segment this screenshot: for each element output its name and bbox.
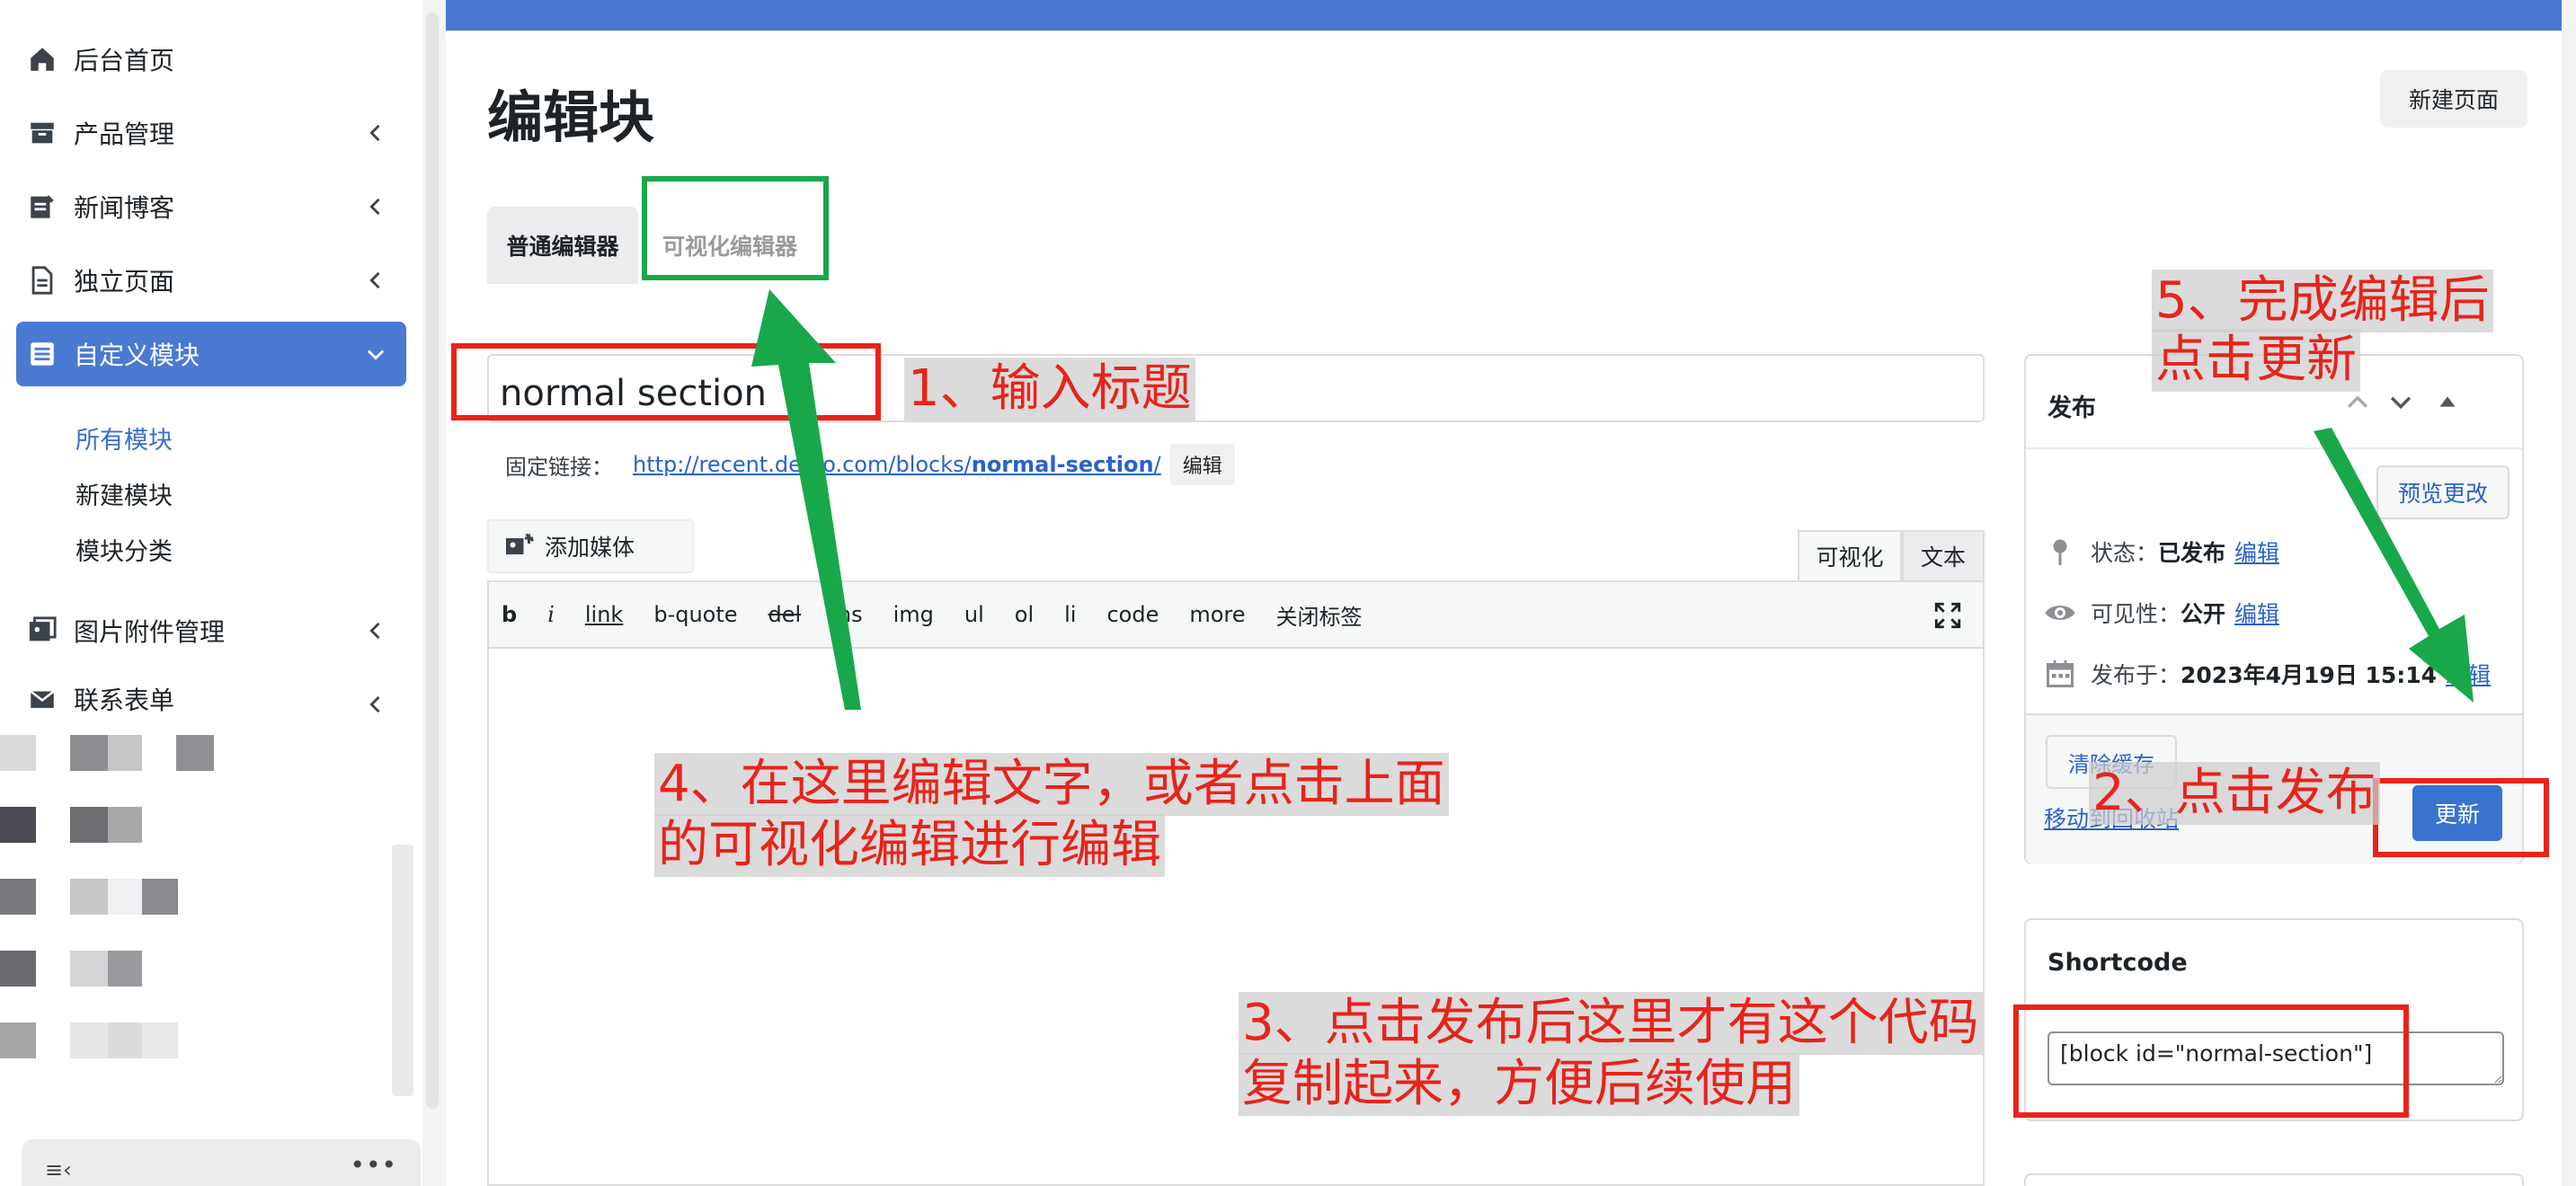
sidebar-item-pages[interactable]: 独立页面 bbox=[16, 248, 406, 313]
sidebar-item-label: 新闻博客 bbox=[74, 193, 175, 223]
blurred-menu-area bbox=[0, 728, 270, 1087]
published-date-row: 发布于： 2023年4月19日 15:14 编辑 bbox=[2044, 658, 2491, 690]
highlight-box-visual-editor bbox=[642, 176, 829, 280]
permalink-edit-button[interactable]: 编辑 bbox=[1169, 444, 1235, 485]
media-icon bbox=[506, 533, 535, 554]
sidebar-item-label: 自定义模块 bbox=[74, 341, 200, 370]
qt-blockquote-button[interactable]: b-quote bbox=[653, 602, 737, 627]
sidebar-footer: ≡‹ ••• bbox=[22, 1139, 421, 1186]
qt-ul-button[interactable]: ul bbox=[964, 602, 984, 627]
qt-more-button[interactable]: more bbox=[1189, 602, 1245, 627]
qt-li-button[interactable]: li bbox=[1064, 602, 1076, 627]
annotation-step5-line1: 5、完成编辑后 bbox=[2152, 270, 2493, 332]
permalink-link[interactable]: http://recent.demo.com/blocks/normal-sec… bbox=[633, 452, 1161, 477]
collapse-menu-icon[interactable]: ≡‹ bbox=[45, 1157, 72, 1182]
annotation-step1: 1、输入标题 bbox=[904, 358, 1195, 420]
qt-ol-button[interactable]: ol bbox=[1015, 602, 1034, 627]
tab-mode-visual[interactable]: 可视化 bbox=[1798, 530, 1902, 580]
qt-ins-button[interactable]: ins bbox=[831, 602, 862, 627]
published-date-value: 2023年4月19日 15:14 bbox=[2181, 662, 2438, 688]
page-title: 编辑块 bbox=[487, 84, 655, 150]
more-icon[interactable]: ••• bbox=[350, 1150, 397, 1180]
tab-mode-text[interactable]: 文本 bbox=[1902, 530, 1985, 580]
blocks-icon bbox=[27, 339, 58, 369]
visibility-edit-link[interactable]: 编辑 bbox=[2234, 597, 2279, 629]
annotation-step3-line1: 3、点击发布后这里才有这个代码 bbox=[1239, 992, 1983, 1055]
highlight-box-title bbox=[451, 343, 881, 420]
permalink: 固定链接： http://recent.demo.com/blocks/norm… bbox=[505, 444, 1235, 485]
sidebar-item-news[interactable]: 新闻博客 bbox=[16, 174, 406, 239]
sidebar-scrollbar[interactable] bbox=[392, 845, 413, 1096]
sidebar-divider bbox=[422, 0, 446, 1186]
add-media-button[interactable]: 添加媒体 bbox=[487, 519, 694, 573]
next-meta-box bbox=[2024, 1173, 2524, 1186]
collapse-triangle-icon[interactable] bbox=[2432, 386, 2463, 417]
annotation-step4-line1: 4、在这里编辑文字，或者点击上面 bbox=[654, 753, 1449, 816]
qt-close-tags-button[interactable]: 关闭标签 bbox=[1276, 599, 1363, 631]
add-media-label: 添加媒体 bbox=[545, 535, 635, 561]
page-scrollbar[interactable] bbox=[2562, 0, 2576, 1186]
sidebar-item-label: 独立页面 bbox=[74, 267, 175, 296]
sidebar-item-label: 后台首页 bbox=[74, 46, 175, 75]
sidebar-item-dashboard[interactable]: 后台首页 bbox=[16, 27, 406, 92]
sidebar-subitem-block-categories[interactable]: 模块分类 bbox=[76, 532, 173, 567]
sidebar-subitem-new-block[interactable]: 新建模块 bbox=[76, 476, 173, 511]
media-icon bbox=[27, 615, 58, 646]
sidebar-item-products[interactable]: 产品管理 bbox=[16, 101, 406, 165]
qt-code-button[interactable]: code bbox=[1106, 602, 1159, 627]
qt-link-button[interactable]: link bbox=[585, 602, 623, 627]
shortcode-title: Shortcode bbox=[2047, 949, 2188, 977]
date-edit-link[interactable]: 编辑 bbox=[2446, 658, 2491, 690]
chevron-down-icon bbox=[367, 350, 385, 360]
chevron-left-icon bbox=[369, 198, 380, 216]
highlight-box-shortcode bbox=[2013, 1005, 2409, 1118]
page-icon bbox=[27, 265, 58, 296]
sidebar-subitem-all-blocks[interactable]: 所有模块 bbox=[76, 420, 173, 456]
chevron-left-icon bbox=[369, 124, 380, 142]
home-icon bbox=[27, 44, 58, 75]
calendar-icon bbox=[2047, 660, 2074, 687]
qt-bold-button[interactable]: b bbox=[502, 602, 517, 627]
publish-title: 发布 bbox=[2047, 394, 2096, 422]
status-value: 已发布 bbox=[2158, 540, 2226, 566]
sidebar-item-media[interactable]: 图片附件管理 bbox=[16, 598, 406, 663]
eye-icon bbox=[2045, 606, 2075, 620]
annotation-step4-line2: 的可视化编辑进行编辑 bbox=[654, 814, 1165, 877]
quicktags-toolbar: b i link b-quote del ins img ul ol li co… bbox=[487, 580, 1985, 647]
sidebar-item-label: 产品管理 bbox=[74, 119, 175, 149]
pin-icon bbox=[2053, 539, 2067, 565]
new-page-button[interactable]: 新建页面 bbox=[2380, 70, 2527, 128]
post-icon bbox=[27, 191, 58, 222]
chevron-down-icon[interactable] bbox=[2385, 386, 2416, 417]
chevron-left-icon bbox=[369, 271, 380, 289]
qt-italic-button[interactable]: i bbox=[547, 602, 555, 627]
tab-normal-editor[interactable]: 普通编辑器 bbox=[487, 207, 638, 284]
status-edit-link[interactable]: 编辑 bbox=[2234, 535, 2279, 568]
mail-icon bbox=[27, 684, 58, 714]
qt-del-button[interactable]: del bbox=[768, 602, 802, 627]
top-bar bbox=[446, 0, 2562, 31]
annotation-step2: 2、点击发布 bbox=[2089, 762, 2380, 825]
highlight-box-update bbox=[2373, 778, 2549, 857]
sidebar-item-label: 联系表单 bbox=[74, 686, 175, 715]
sidebar-item-contact-forms[interactable]: 联系表单 bbox=[16, 672, 406, 726]
visibility-value: 公开 bbox=[2181, 601, 2226, 627]
preview-changes-button[interactable]: 预览更改 bbox=[2376, 465, 2509, 519]
permalink-label: 固定链接： bbox=[505, 454, 613, 480]
chevron-left-icon bbox=[369, 622, 380, 640]
qt-img-button[interactable]: img bbox=[893, 602, 934, 627]
annotation-step5-line2: 点击更新 bbox=[2152, 329, 2360, 392]
annotation-step3-line2: 复制起来，方便后续使用 bbox=[1239, 1053, 1799, 1116]
visibility-row: 可见性： 公开 编辑 bbox=[2044, 597, 2279, 629]
sidebar: 后台首页 产品管理 新闻博客 独立页面 自定义模块 所有模块 新建模块 模块分类 bbox=[0, 0, 422, 1186]
chevron-left-icon bbox=[369, 695, 380, 713]
archive-icon bbox=[27, 118, 58, 148]
sidebar-item-custom-blocks[interactable]: 自定义模块 bbox=[16, 322, 406, 386]
fullscreen-icon[interactable] bbox=[1932, 600, 1963, 631]
status-row: 状态： 已发布 编辑 bbox=[2044, 535, 2279, 568]
sidebar-item-label: 图片附件管理 bbox=[74, 617, 226, 647]
